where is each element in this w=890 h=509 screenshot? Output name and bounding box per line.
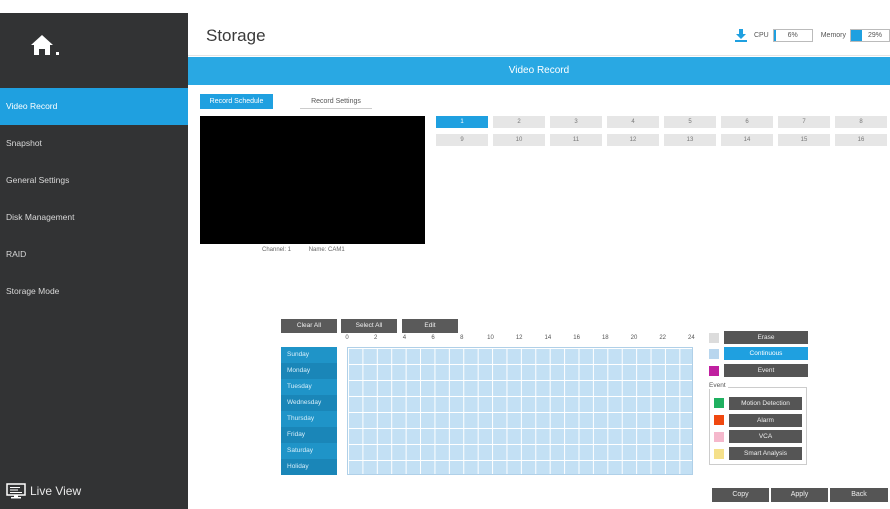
section-banner: Video Record — [188, 57, 890, 85]
day-label[interactable]: Thursday — [281, 411, 337, 427]
day-label[interactable]: Sunday — [281, 347, 337, 363]
channel-button[interactable]: 12 — [607, 134, 659, 146]
memory-meter: 29% — [850, 28, 890, 42]
sidebar-item-general-settings[interactable]: General Settings — [0, 162, 188, 199]
channel-button[interactable]: 9 — [436, 134, 488, 146]
channel-button[interactable]: 4 — [607, 116, 659, 128]
sidebar-item-storage-mode[interactable]: Storage Mode — [0, 273, 188, 310]
erase-button[interactable]: Erase — [724, 331, 808, 344]
event-swatch — [709, 366, 719, 376]
hour-tick-label: 20 — [630, 335, 638, 341]
hour-tick-label: 8 — [460, 335, 464, 341]
memory-meter-fill — [851, 29, 863, 41]
vca-swatch — [714, 432, 724, 442]
channel-button[interactable]: 11 — [550, 134, 602, 146]
continuous-button[interactable]: Continuous — [724, 347, 808, 360]
event-group-label: Event — [709, 382, 728, 389]
sidebar-item-raid[interactable]: RAID — [0, 236, 188, 273]
channel-button[interactable]: 3 — [550, 116, 602, 128]
sidebar-item-disk-management[interactable]: Disk Management — [0, 199, 188, 236]
hour-tick-label: 16 — [573, 335, 580, 341]
memory-value: 29% — [867, 31, 882, 39]
tab-record-settings[interactable]: Record Settings — [300, 94, 372, 109]
smart-analysis-swatch — [714, 449, 724, 459]
channel-button[interactable]: 1 — [436, 116, 488, 128]
download-icon[interactable] — [734, 28, 748, 42]
channel-button[interactable]: 16 — [835, 134, 887, 146]
day-labels: Sunday Monday Tuesday Wednesday Thursday Frid… — [281, 347, 337, 475]
channel-button[interactable]: 15 — [778, 134, 830, 146]
hour-tick-label: 2 — [374, 335, 378, 341]
camera-name-label: Name: CAM1 — [308, 247, 345, 253]
edit-button[interactable]: Edit — [402, 319, 458, 333]
sidebar-item-video-record[interactable]: Video Record — [0, 88, 188, 125]
back-button[interactable]: Back — [830, 488, 888, 502]
hour-axis: 0 2 4 6 8 10 12 14 16 18 20 22 24 — [337, 335, 697, 345]
vca-button[interactable]: VCA — [729, 430, 802, 443]
hour-tick-label: 22 — [659, 335, 667, 341]
schedule-grid[interactable] — [347, 347, 693, 475]
alarm-button[interactable]: Alarm — [729, 414, 802, 427]
live-view-button[interactable]: Live View — [6, 483, 81, 499]
channel-button[interactable]: 7 — [778, 116, 830, 128]
channel-button[interactable]: 14 — [721, 134, 773, 146]
hour-tick-label: 12 — [515, 335, 523, 341]
clear-all-button[interactable]: Clear All — [281, 319, 337, 333]
select-all-button[interactable]: Select All — [341, 319, 397, 333]
page-title: Storage — [206, 26, 266, 45]
video-caption: Channel: 1 Name: CAM1 — [262, 247, 361, 253]
event-button[interactable]: Event — [724, 364, 808, 377]
day-label[interactable]: Saturday — [281, 443, 337, 459]
day-label[interactable]: Friday — [281, 427, 337, 443]
motion-detection-swatch — [714, 398, 724, 408]
day-label[interactable]: Tuesday — [281, 379, 337, 395]
cpu-label: CPU — [753, 31, 769, 39]
sidebar: Video Record Snapshot General Settings D… — [0, 13, 188, 509]
channel-label: Channel: 1 — [262, 247, 292, 253]
channel-button[interactable]: 13 — [664, 134, 716, 146]
hour-tick-label: 10 — [487, 335, 494, 341]
hour-tick-label: 24 — [688, 335, 695, 341]
header: Storage CPU 6% Memory 29% — [188, 13, 890, 56]
hour-tick-label: 6 — [431, 335, 435, 341]
apply-button[interactable]: Apply — [771, 488, 828, 502]
channel-button[interactable]: 2 — [493, 116, 545, 128]
alarm-swatch — [714, 415, 724, 425]
live-view-label: Live View — [30, 484, 82, 498]
channel-button[interactable]: 10 — [493, 134, 545, 146]
hour-tick-label: 14 — [544, 335, 552, 341]
motion-detection-button[interactable]: Motion Detection — [729, 397, 802, 410]
video-preview — [200, 116, 425, 244]
channel-button[interactable]: 6 — [721, 116, 773, 128]
continuous-swatch — [709, 349, 719, 359]
channel-button[interactable]: 5 — [664, 116, 716, 128]
cpu-value: 6% — [787, 31, 798, 39]
day-label[interactable]: Wednesday — [281, 395, 337, 411]
cpu-meter: 6% — [772, 28, 813, 42]
day-label[interactable]: Holiday — [281, 459, 337, 475]
resource-monitor: CPU 6% Memory 29% — [734, 28, 890, 42]
sidebar-item-snapshot[interactable]: Snapshot — [0, 125, 188, 162]
memory-label: Memory — [820, 31, 846, 39]
channel-button[interactable]: 8 — [835, 116, 887, 128]
erase-swatch — [709, 333, 719, 343]
day-label[interactable]: Monday — [281, 363, 337, 379]
tab-record-schedule[interactable]: Record Schedule — [200, 94, 273, 109]
monitor-icon — [6, 483, 26, 499]
home-icon[interactable] — [28, 31, 68, 61]
cpu-meter-fill — [773, 29, 776, 41]
hour-tick-label: 18 — [601, 335, 609, 341]
copy-button[interactable]: Copy — [712, 488, 769, 502]
hour-tick-label: 4 — [402, 335, 407, 341]
sidebar-menu: Video Record Snapshot General Settings D… — [0, 88, 188, 310]
hour-tick-label: 0 — [345, 335, 349, 341]
smart-analysis-button[interactable]: Smart Analysis — [729, 447, 802, 460]
